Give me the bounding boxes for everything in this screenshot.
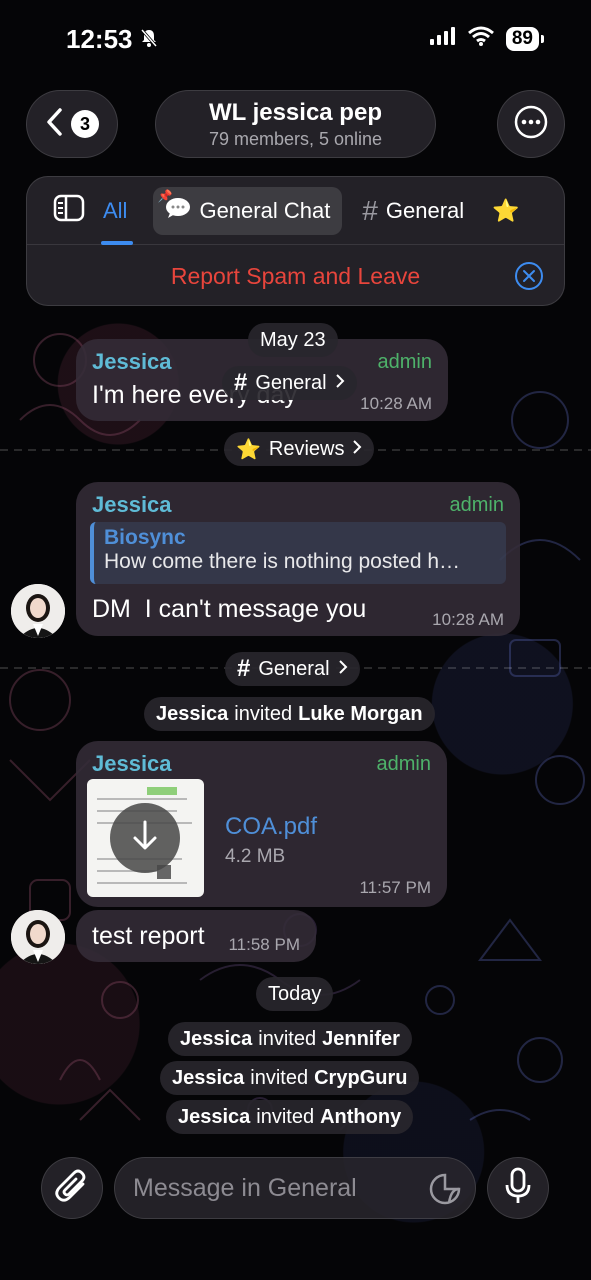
unread-count-badge: 3: [71, 110, 99, 138]
target-name[interactable]: Jennifer: [322, 1028, 400, 1051]
attach-button[interactable]: [41, 1157, 103, 1219]
topic-chip-reviews[interactable]: ⭐ Reviews: [224, 432, 375, 466]
topic-tabs: All 📌 General Chat # General ⭐: [27, 177, 564, 245]
date-label: May 23: [260, 328, 326, 351]
download-button[interactable]: [110, 803, 180, 873]
clock: 12:53: [66, 24, 133, 54]
chat-title: WL jessica pep: [209, 99, 382, 126]
topics-sidebar-toggle[interactable]: [43, 187, 95, 235]
file-size: 4.2 MB: [225, 846, 286, 867]
tab-all-label: All: [103, 197, 128, 223]
sender-name[interactable]: Jessica: [92, 751, 172, 777]
chat-subtitle: 79 members, 5 online: [208, 129, 383, 149]
date-chip: Today: [256, 977, 334, 1011]
chevron-left-icon: [45, 107, 63, 142]
reply-text: How come there is nothing posted h…: [104, 550, 461, 573]
ellipsis-icon: [514, 105, 548, 144]
message-time: 10:28 AM: [360, 394, 432, 413]
actor-name[interactable]: Jessica: [180, 1028, 252, 1051]
topic-chip-general[interactable]: # General: [222, 366, 357, 400]
admin-badge: admin: [376, 753, 431, 775]
avatar[interactable]: [11, 584, 65, 638]
report-spam-row[interactable]: Report Spam and Leave: [27, 245, 564, 305]
message-bubble[interactable]: Jessica admin Biosync How come there is …: [76, 482, 520, 636]
sender-name[interactable]: Jessica: [92, 349, 172, 375]
message-text: DM I can't message you: [92, 595, 367, 623]
service-verb: invited: [234, 702, 293, 725]
avatar[interactable]: [11, 910, 65, 964]
status-time: 12:53: [66, 24, 159, 55]
pin-icon: 📌: [157, 188, 173, 203]
file-name[interactable]: COA.pdf: [225, 813, 317, 841]
hashtag-icon: #: [362, 194, 378, 226]
tab-general-label: General: [385, 197, 465, 223]
service-message: Jessica invited Luke Morgan: [144, 697, 435, 731]
tab-general-chat-label: General Chat: [199, 197, 331, 223]
download-arrow-icon: [130, 819, 160, 858]
tab-reviews-partial[interactable]: ⭐: [492, 187, 519, 235]
service-verb: invited: [256, 1105, 315, 1128]
chat-title-button[interactable]: WL jessica pep 79 members, 5 online: [155, 90, 436, 158]
topic-name: Reviews: [268, 437, 345, 460]
chevron-right-icon: [338, 658, 348, 681]
topic-name: General: [258, 657, 330, 680]
date-label: Today: [268, 982, 322, 1005]
message-time: 11:57 PM: [359, 878, 431, 897]
file-message-bubble[interactable]: Jessica admin COA.pdf 4.2 MB 11:57 PM: [76, 741, 447, 907]
chevron-right-icon: [352, 438, 362, 461]
tab-general[interactable]: # General: [350, 187, 476, 235]
star-icon: ⭐: [492, 197, 520, 223]
topic-chip-general[interactable]: # General: [225, 652, 360, 686]
message-time: 11:58 PM: [228, 935, 300, 954]
reply-sender: Biosync: [104, 526, 186, 549]
service-message: Jessica invited Anthony: [166, 1100, 414, 1134]
silent-bell-icon: [139, 24, 159, 55]
paperclip-icon: [55, 1167, 89, 1210]
actor-name[interactable]: Jessica: [178, 1106, 250, 1129]
wifi-icon: [467, 26, 494, 51]
cellular-signal-icon: [429, 27, 456, 50]
sender-name[interactable]: Jessica: [92, 492, 172, 518]
tab-general-chat[interactable]: 📌 General Chat: [153, 186, 343, 235]
status-bar: 12:53 89: [0, 0, 591, 80]
date-chip: May 23: [248, 323, 338, 357]
tab-all[interactable]: All: [95, 187, 139, 245]
report-spam-leave-link[interactable]: Report Spam and Leave: [171, 263, 420, 290]
admin-badge: admin: [377, 351, 432, 373]
message-time: 10:28 AM: [432, 610, 504, 629]
topics-panel: All 📌 General Chat # General ⭐ Report Sp…: [26, 176, 565, 306]
message-input-placeholder: Message in General: [133, 1173, 357, 1202]
target-name[interactable]: CrypGuru: [314, 1067, 407, 1090]
star-icon: ⭐: [236, 438, 261, 461]
actor-name[interactable]: Jessica: [172, 1067, 244, 1090]
voice-message-button[interactable]: [487, 1157, 549, 1219]
sticker-icon[interactable]: [429, 1173, 461, 1212]
target-name[interactable]: Anthony: [320, 1106, 401, 1129]
battery-indicator: 89: [505, 26, 545, 51]
file-thumbnail[interactable]: [87, 779, 204, 897]
microphone-icon: [504, 1167, 532, 1210]
hashtag-icon: #: [237, 655, 251, 682]
reply-preview[interactable]: Biosync How come there is nothing posted…: [90, 522, 506, 584]
status-indicators: 89: [429, 26, 545, 51]
sidebar-icon: [53, 194, 85, 228]
message-input[interactable]: Message in General: [114, 1157, 476, 1219]
service-message: Jessica invited CrypGuru: [160, 1061, 420, 1095]
message-text: test report: [92, 922, 205, 950]
service-verb: invited: [258, 1027, 317, 1050]
service-message: Jessica invited Jennifer: [168, 1022, 412, 1056]
target-name[interactable]: Luke Morgan: [298, 703, 422, 726]
more-options-button[interactable]: [497, 90, 565, 158]
hashtag-icon: #: [234, 369, 248, 396]
admin-badge: admin: [449, 494, 504, 516]
message-bubble[interactable]: test report 11:58 PM: [76, 910, 316, 962]
actor-name[interactable]: Jessica: [156, 703, 228, 726]
back-button[interactable]: 3: [26, 90, 118, 158]
topic-name: General: [255, 371, 327, 394]
chevron-right-icon: [335, 372, 345, 395]
service-verb: invited: [250, 1066, 309, 1089]
close-icon[interactable]: [514, 261, 544, 296]
